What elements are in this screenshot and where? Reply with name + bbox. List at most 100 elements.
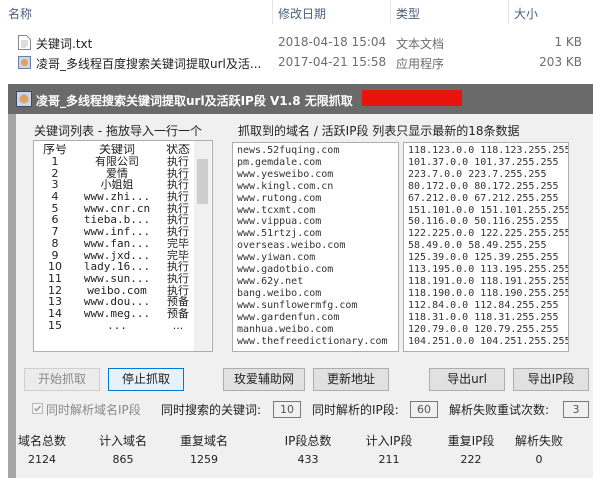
domain-item[interactable]: www.kingl.com.cn [237,181,388,193]
update-address-button[interactable]: 更新地址 [313,368,389,391]
concurrent-keywords-label: 同时搜索的关键词: [161,403,262,417]
parse-ip-label: 同时解析域名IP段 [46,403,141,417]
ip-range-item[interactable]: 118.123.0.0 118.123.255.255 [408,145,568,157]
retry-field[interactable]: 3 [563,401,589,418]
column-date[interactable]: 修改日期 [278,5,326,22]
domain-item[interactable]: www.tcxmt.com [237,205,388,217]
column-name[interactable]: 名称 [8,5,32,22]
keyword-row[interactable]: 11 www.sun... 执行 [36,273,196,285]
scrollbar-thumb[interactable] [197,159,208,204]
ip-range-item[interactable]: 112.84.0.0 112.84.255.255 [408,300,568,312]
domain-item[interactable]: www.62y.net [237,276,388,288]
domain-list[interactable]: news.52fuqing.com pm.gemdale.com www.yeswe… [232,142,399,352]
stat-value: 211 [378,453,400,466]
file-row[interactable]: 凌哥_多线程百度搜索关键词提取url及活... 2017-04-21 15:58… [0,52,593,72]
ip-range-item[interactable]: 67.212.0.0 67.212.255.255 [408,193,568,205]
keyword-index: 14 [48,307,62,320]
keyword-row[interactable]: 12 weibo.com 执行 [36,284,196,296]
column-divider[interactable] [390,0,391,24]
keyword-row[interactable]: 15...... [36,319,196,331]
domain-item[interactable]: pm.gemdale.com [237,157,388,169]
help-site-button[interactable]: 玫爱辅助网 [223,368,305,391]
concurrent-ip-field[interactable]: 60 [410,401,438,418]
keyword-index: 9 [51,249,59,261]
keyword-row[interactable]: 8 www.fan... 完毕 [36,238,196,250]
column-divider[interactable] [272,0,273,24]
ip-range-item[interactable]: 50.116.0.0 50.116.255.255 [408,216,568,228]
column-size[interactable]: 大小 [514,5,538,22]
keyword-row[interactable]: 14 www.meg... 预备 [36,308,196,320]
ip-range-item[interactable]: 101.37.0.0 101.37.255.255 [408,157,568,169]
keyword-row[interactable]: 5 www.cnr.cn 执行 [36,202,196,214]
header-status[interactable]: 状态 [160,144,196,156]
ip-range-list[interactable]: 118.123.0.0 118.123.255.255 101.37.0.0 10… [403,142,569,352]
ip-range-item[interactable]: 125.39.0.0 125.39.255.255 [408,252,568,264]
concurrent-ip-label: 同时解析的IP段: [312,403,399,417]
keyword-keyword: tieba.b... [83,214,151,226]
domain-item[interactable]: overseas.weibo.com [237,240,388,252]
domain-item[interactable]: www.51rtzj.com [237,228,388,240]
ip-range-item[interactable]: 104.251.0.0 104.251.255.255 [408,336,568,348]
keyword-status: 执行 [167,190,189,203]
ip-range-item[interactable]: 120.79.0.0 120.79.255.255 [408,324,568,336]
column-divider[interactable] [508,0,509,24]
keyword-index: 8 [51,237,59,250]
keyword-row[interactable]: 1 有限公司 执行 [36,156,196,168]
ip-range-item[interactable]: 80.172.0.0 80.172.255.255 [408,181,568,193]
title-bar[interactable]: 凌哥_多线程搜索关键词提取url及活跃IP段 V1.8 无限抓取 [8,84,593,114]
domain-item[interactable]: www.rutong.com [237,193,388,205]
domain-item[interactable]: manhua.weibo.com [237,324,388,336]
stat-value: 0 [535,453,543,466]
keyword-row[interactable]: 2 爱情 执行 [36,167,196,179]
parse-ip-checkbox[interactable] [32,403,43,414]
keyword-row[interactable]: 4 www.zhi... 执行 [36,191,196,203]
ip-range-item[interactable]: 122.225.0.0 122.225.255.255 [408,228,568,240]
ip-range-item[interactable]: 223.7.0.0 223.7.255.255 [408,169,568,181]
header-index[interactable]: 序号 [36,144,74,156]
domain-item[interactable]: news.52fuqing.com [237,145,388,157]
domain-item[interactable]: www.yesweibo.com [237,169,388,181]
file-name: 凌哥_多线程百度搜索关键词提取url及活... [36,57,262,71]
ip-range-item[interactable]: 118.190.0.0 118.190.255.255 [408,288,568,300]
file-type: 应用程序 [396,57,445,71]
header-keyword[interactable]: 关键词 [74,144,160,156]
file-row[interactable]: 关键词.txt 2018-04-18 15:04 文本文档 1 KB [0,32,593,52]
domain-item[interactable]: www.thefreedictionary.com [237,336,388,348]
keyword-row[interactable]: 3 小姐姐 执行 [36,179,196,191]
keyword-row[interactable]: 6 tieba.b... 执行 [36,214,196,226]
ip-range-item[interactable]: 151.101.0.0 151.101.255.255 [408,205,568,217]
concurrent-keywords-field[interactable]: 10 [273,401,301,418]
stat-value: 865 [112,453,134,466]
keyword-scrollbar[interactable] [194,141,211,351]
keyword-row[interactable]: 9 www.jxd... 完毕 [36,249,196,261]
keyword-keyword: 爱情 [106,167,128,180]
ip-range-item[interactable]: 118.31.0.0 118.31.255.255 [408,312,568,324]
keyword-keyword: www.sun... [83,272,151,285]
start-button[interactable]: 开始抓取 [24,368,100,391]
ip-range-item[interactable]: 58.49.0.0 58.49.255.255 [408,240,568,252]
keyword-status: 执行 [167,167,189,180]
ip-range-item[interactable]: 113.195.0.0 113.195.255.255 [408,264,568,276]
ip-range-item[interactable]: 118.191.0.0 118.191.255.255 [408,276,568,288]
domain-item[interactable]: www.vippua.com [237,216,388,228]
stop-button[interactable]: 停止抓取 [108,368,184,391]
column-type[interactable]: 类型 [396,5,420,22]
domain-item[interactable]: www.yiwan.com [237,252,388,264]
keyword-index: 1 [51,155,59,168]
domain-item[interactable]: www.sunflowermfg.com [237,300,388,312]
keyword-row[interactable]: 7 www.inf... 执行 [36,226,196,238]
keyword-row[interactable]: 10 lady.16... 执行 [36,261,196,273]
keyword-list[interactable]: 序号 关键词 状态 1 有限公司 执行 2 爱情 执行 3 小姐姐 执行 4 www.zhi... 执… [33,140,213,352]
domain-item[interactable]: bang.weibo.com [237,288,388,300]
domain-item[interactable]: www.gadotbio.com [237,264,388,276]
export-ip-button[interactable]: 导出IP段 [513,368,589,391]
check-icon [34,405,42,412]
export-url-button[interactable]: 导出url [429,368,505,391]
keyword-keyword: www.meg... [83,307,151,320]
stat-label: 重复IP段 [447,434,495,448]
keyword-row[interactable]: 13 www.dou... 预备 [36,296,196,308]
domain-item[interactable]: www.gardenfun.com [237,312,388,324]
keyword-index: 5 [51,202,59,215]
stat-label: 重复域名 [179,434,228,448]
keyword-keyword: 有限公司 [95,155,139,168]
